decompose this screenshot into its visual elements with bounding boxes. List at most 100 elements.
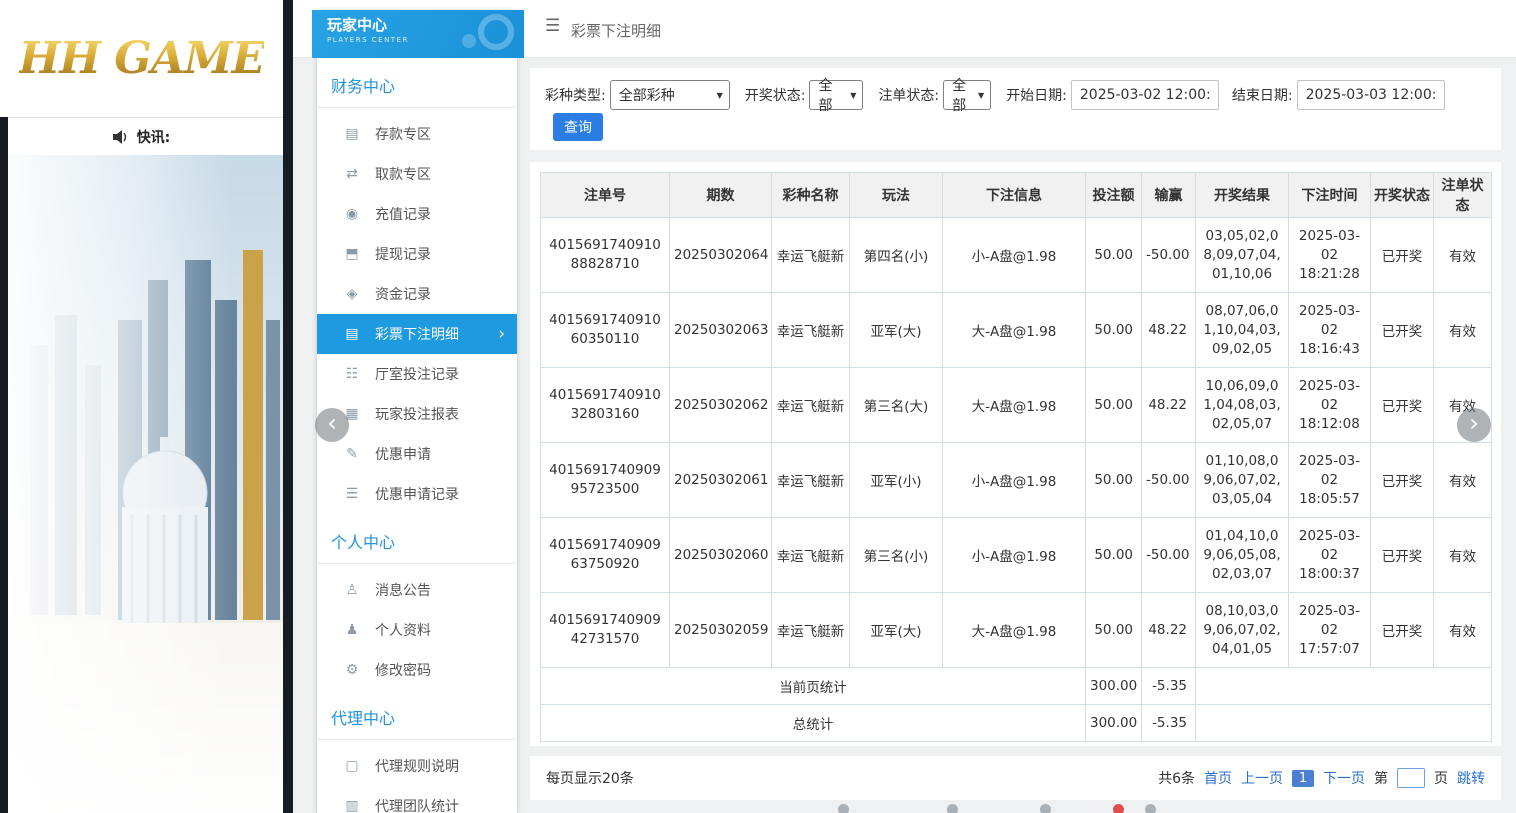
sidebar-group-title: 个人中心 <box>317 514 517 564</box>
news-label: 快讯: <box>137 127 171 147</box>
prev-page-link[interactable]: 上一页 <box>1241 768 1283 788</box>
table-cell: 有效 <box>1434 593 1492 668</box>
table-cell: 2025-03-02 17:57:07 <box>1289 593 1371 668</box>
promo-image <box>0 155 283 813</box>
first-page-link[interactable]: 首页 <box>1204 768 1232 788</box>
jump-button[interactable]: 跳转 <box>1457 768 1485 788</box>
start-date-input[interactable] <box>1071 80 1219 110</box>
table-cell: 小-A盘@1.98 <box>943 518 1086 593</box>
carousel-right-arrow[interactable]: › <box>1457 408 1491 442</box>
column-header: 玩法 <box>850 173 943 218</box>
total-count-text: 共6条 <box>1158 768 1195 788</box>
column-header: 彩种名称 <box>772 173 850 218</box>
table-cell: 50.00 <box>1086 218 1142 293</box>
summary-row: 当前页统计300.00-5.35 <box>541 668 1492 705</box>
sidebar-item-label: 消息公告 <box>375 580 431 600</box>
column-header: 开奖结果 <box>1196 173 1289 218</box>
table-cell: 01,10,08,09,06,07,02,03,05,04 <box>1196 443 1289 518</box>
sidebar-item[interactable]: ▤存款专区 <box>317 114 517 154</box>
sidebar-group-title: 代理中心 <box>317 690 517 740</box>
next-page-link[interactable]: 下一页 <box>1323 768 1365 788</box>
sidebar-item[interactable]: ☰优惠申请记录 <box>317 474 517 514</box>
sidebar-item-label: 代理规则说明 <box>375 756 459 776</box>
logo-area: HH GAME <box>0 0 283 118</box>
globe-decoration-icon <box>478 14 514 50</box>
sidebar-item[interactable]: ♟个人资料 <box>317 610 517 650</box>
sidebar-item-label: 修改密码 <box>375 660 431 680</box>
table-cell: 2025-03-02 18:12:08 <box>1289 368 1371 443</box>
column-header: 投注额 <box>1086 173 1142 218</box>
table-cell: 小-A盘@1.98 <box>943 443 1086 518</box>
footer-icon <box>838 804 849 813</box>
table-cell: 已开奖 <box>1371 443 1434 518</box>
table-cell: 50.00 <box>1086 518 1142 593</box>
sidebar-item[interactable]: ▥代理团队统计 <box>317 786 517 813</box>
table-cell: 2025-03-02 18:00:37 <box>1289 518 1371 593</box>
summary-winloss-total: -5.35 <box>1142 705 1196 742</box>
summary-empty-cell <box>1196 705 1492 742</box>
end-date-label: 结束日期: <box>1232 85 1293 105</box>
summary-winloss-total: -5.35 <box>1142 668 1196 705</box>
brand-logo: HH GAME <box>19 33 264 84</box>
table-cell: 50.00 <box>1086 593 1142 668</box>
sidebar-item[interactable]: ♙ 消息公告 <box>317 570 517 610</box>
lottery-type-select[interactable]: 全部彩种 ▼ <box>610 80 730 110</box>
table-cell: -50.00 <box>1142 518 1196 593</box>
table-cell: 第三名(大) <box>850 368 943 443</box>
sidebar-item[interactable]: ⚙ 修改密码 <box>317 650 517 690</box>
table-cell: 第三名(小) <box>850 518 943 593</box>
sidebar-item-label: 玩家投注报表 <box>375 404 459 424</box>
password-gear-icon: ⚙ <box>343 662 361 678</box>
sidebar-item[interactable]: ☷厅室投注记录 <box>317 354 517 394</box>
table-cell: 幸运飞艇新 <box>772 593 850 668</box>
table-cell: 大-A盘@1.98 <box>943 368 1086 443</box>
footer-icon <box>947 804 958 813</box>
promo-apply-icon: ✎ <box>343 446 361 462</box>
summary-bet-total: 300.00 <box>1086 668 1142 705</box>
table-row: 40156917409108882871020250302064幸运飞艇新第四名… <box>541 218 1492 293</box>
table-cell: 2025-03-02 18:16:43 <box>1289 293 1371 368</box>
message-icon: ♙ <box>343 582 361 598</box>
agent-team-icon: ▥ <box>343 798 361 813</box>
current-page-badge[interactable]: 1 <box>1292 770 1314 787</box>
sidebar-item-label: 个人资料 <box>375 620 431 640</box>
table-cell: 03,05,02,08,09,07,04,01,10,06 <box>1196 218 1289 293</box>
summary-bet-total: 300.00 <box>1086 705 1142 742</box>
sidebar-item-label: 取款专区 <box>375 164 431 184</box>
table-cell: 幸运飞艇新 <box>772 518 850 593</box>
table-cell: 2025-03-02 18:05:57 <box>1289 443 1371 518</box>
sidebar-item-label: 彩票下注明细 <box>375 324 459 344</box>
end-date-input[interactable] <box>1297 80 1445 110</box>
sidebar-item[interactable]: ◈ 资金记录 <box>317 274 517 314</box>
sidebar-item[interactable]: ✎优惠申请 <box>317 434 517 474</box>
sidebar-item[interactable]: ▢代理规则说明 <box>317 746 517 786</box>
sidebar-item[interactable]: ◉充值记录 <box>317 194 517 234</box>
bet-status-select[interactable]: 全部 ▼ <box>943 80 991 110</box>
recharge-record-icon: ◉ <box>343 206 361 222</box>
draw-status-select[interactable]: 全部 ▼ <box>809 80 863 110</box>
hall-bet-record-icon: ☷ <box>343 366 361 382</box>
search-button[interactable]: 查询 <box>553 113 603 141</box>
draw-status-label: 开奖状态: <box>745 85 806 105</box>
deposit-icon: ▤ <box>343 126 361 142</box>
table-cell: 20250302059 <box>670 593 772 668</box>
table-cell: 08,07,06,01,10,04,03,09,02,05 <box>1196 293 1289 368</box>
sidebar-item[interactable]: ▤彩票下注明细› <box>317 314 517 354</box>
sidebar-item-label: 资金记录 <box>375 284 431 304</box>
dropdown-caret-icon: ▼ <box>717 91 723 100</box>
jump-page-input[interactable] <box>1397 768 1425 788</box>
table-cell: 有效 <box>1434 518 1492 593</box>
footer-icon <box>1113 804 1124 813</box>
sidebar-item[interactable]: ⇄ 取款专区 <box>317 154 517 194</box>
sidebar-item[interactable]: ⬒提现记录 <box>317 234 517 274</box>
pagination-controls: 共6条 首页 上一页 1 下一页 第 页 跳转 <box>1158 768 1485 788</box>
column-header: 注单号 <box>541 173 670 218</box>
funds-record-icon: ◈ <box>343 286 361 302</box>
withdraw-icon: ⇄ <box>343 166 361 182</box>
table-cell: 20250302064 <box>670 218 772 293</box>
table-cell: 已开奖 <box>1371 593 1434 668</box>
speaker-icon <box>113 130 129 144</box>
carousel-left-arrow[interactable]: ‹ <box>315 408 349 442</box>
lottery-bet-detail-icon: ▤ <box>343 326 361 342</box>
dropdown-caret-icon: ▼ <box>978 91 984 100</box>
